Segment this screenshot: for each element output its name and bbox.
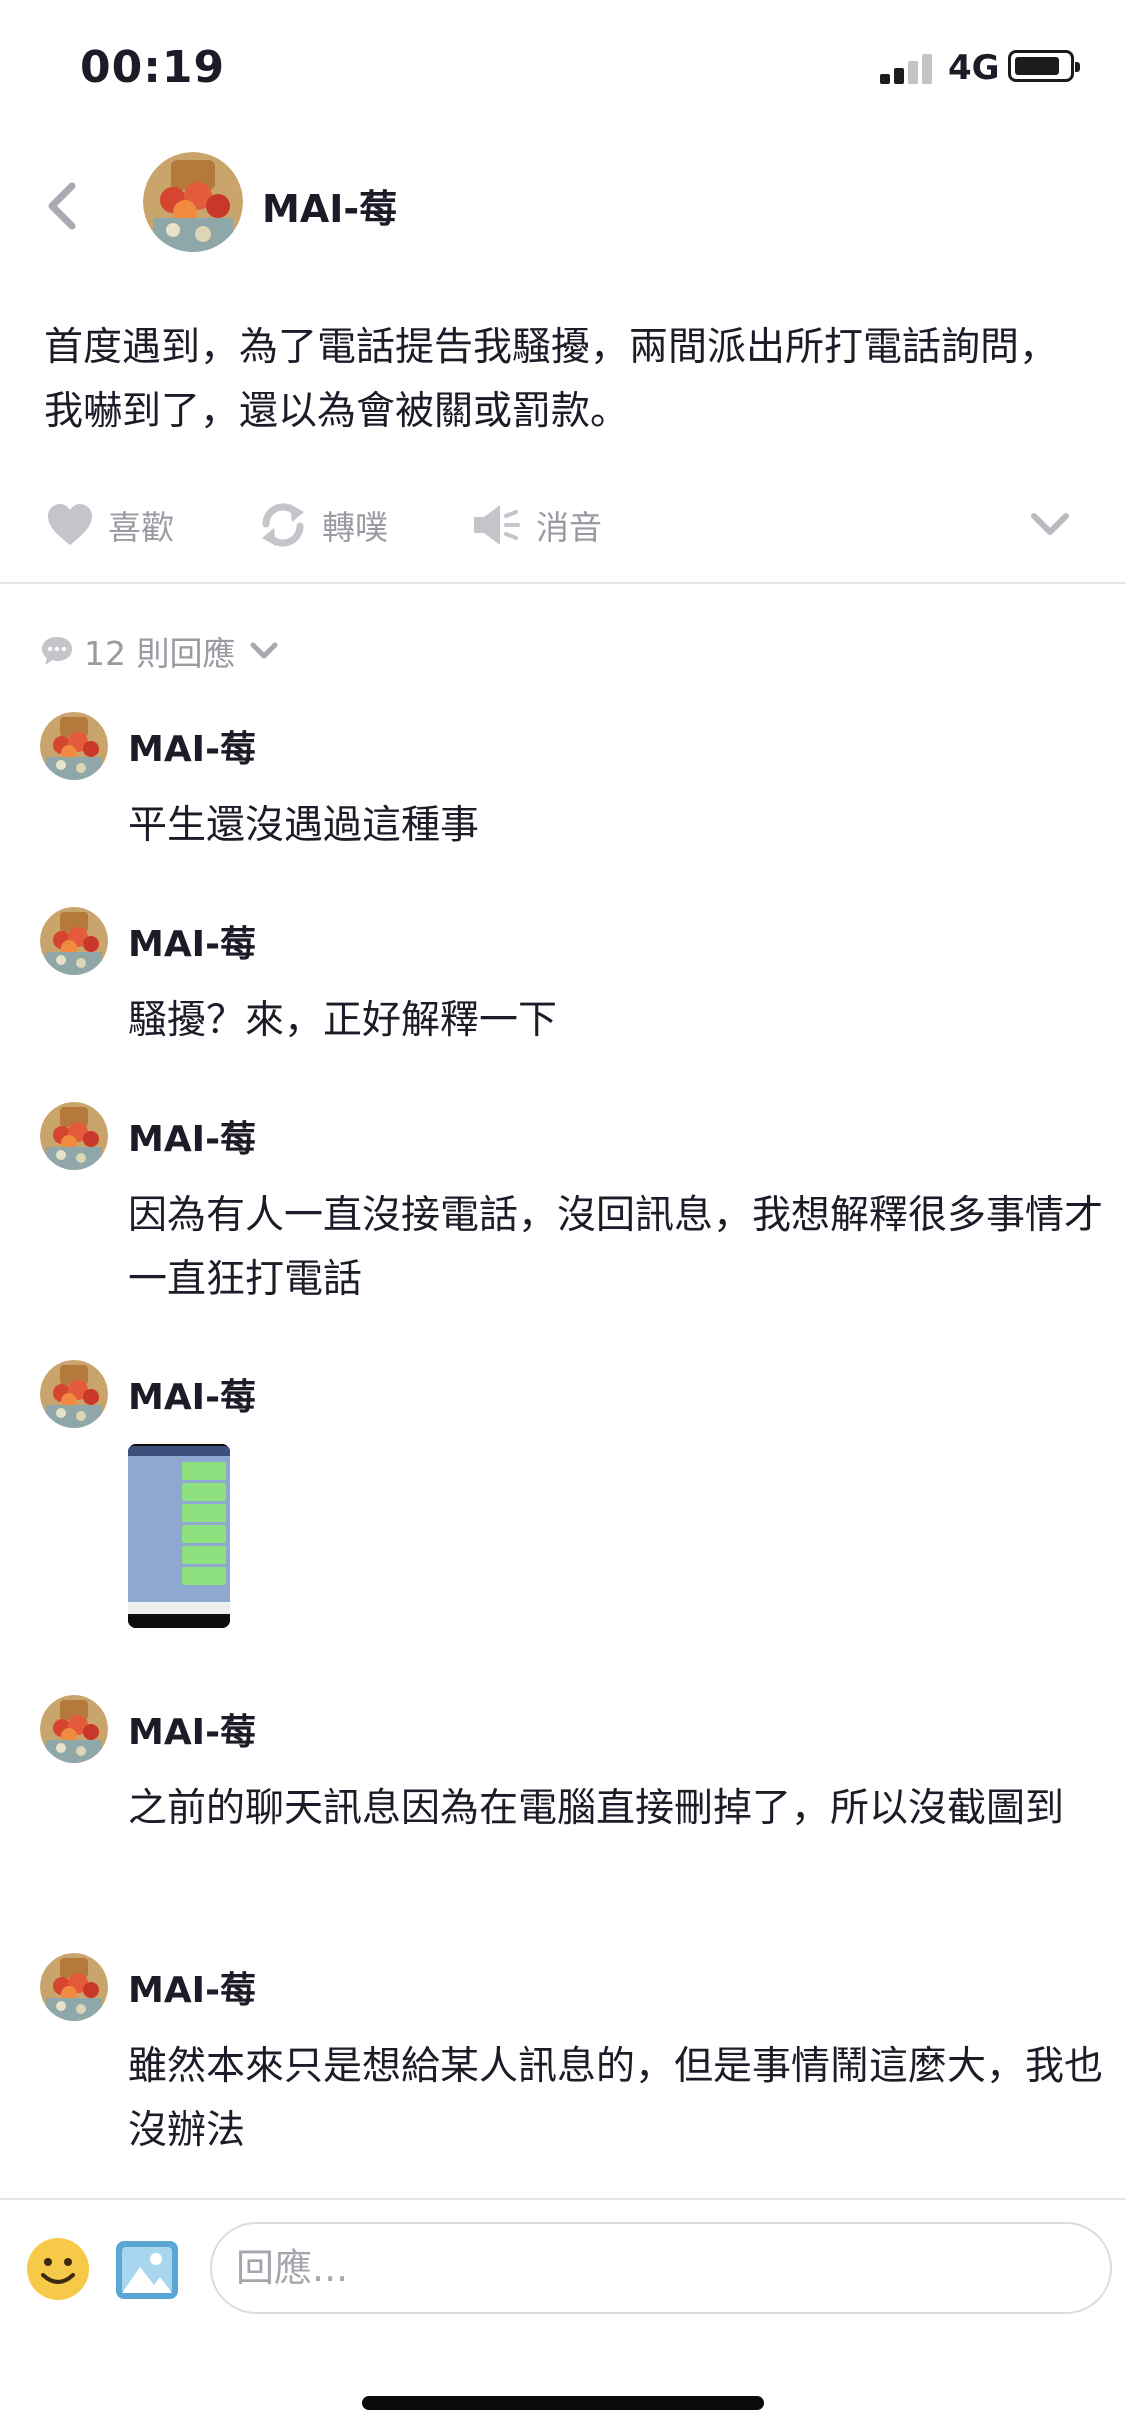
smiley-icon: [27, 2238, 89, 2300]
author-avatar[interactable]: [143, 152, 243, 252]
post-header: MAI-莓: [0, 140, 1125, 270]
commenter-name[interactable]: MAI-莓: [128, 1703, 256, 1755]
post-actions: 喜歡 轉噗 消音: [0, 490, 1125, 560]
attached-screenshot[interactable]: [128, 1444, 230, 1628]
comment-text: 騷擾？來，正好解釋一下: [128, 998, 558, 1043]
mute-label: 消音: [536, 508, 602, 547]
speech-bubble-icon: [42, 637, 72, 665]
commenter-name[interactable]: MAI-莓: [128, 1368, 256, 1420]
commenter-avatar[interactable]: [40, 712, 108, 780]
like-button[interactable]: 喜歡: [46, 500, 174, 550]
back-button[interactable]: [40, 170, 86, 240]
like-label: 喜歡: [108, 508, 174, 547]
commenter-avatar[interactable]: [40, 1695, 108, 1763]
comment-text: 平生還沒遇過這種事: [128, 803, 480, 848]
commenter-avatar[interactable]: [40, 1360, 108, 1428]
status-bar: 00:19 4G: [0, 0, 1125, 135]
battery-icon: [1008, 50, 1080, 82]
commenter-name[interactable]: MAI-莓: [128, 720, 256, 772]
commenter-avatar[interactable]: [40, 1102, 108, 1170]
commenter-avatar[interactable]: [40, 907, 108, 975]
post-content: 首度遇到，為了電話提告我騷擾，兩間派出所打電話詢問，我嚇到了，還以為會被關或罰款…: [44, 325, 1059, 434]
commenter-name[interactable]: MAI-莓: [128, 1961, 256, 2013]
commenter-avatar[interactable]: [40, 1953, 108, 2021]
comment-text: 之前的聊天訊息因為在電腦直接刪掉了，所以沒截圖到: [128, 1786, 1065, 1831]
repost-label: 轉噗: [322, 508, 388, 547]
comment-text: 雖然本來只是想給某人訊息的，但是事情鬧這麼大，我也沒辦法: [128, 2044, 1104, 2153]
reply-input[interactable]: [210, 2222, 1112, 2314]
more-options-button[interactable]: [1030, 510, 1070, 542]
repost-icon: [262, 503, 304, 547]
commenter-name[interactable]: MAI-莓: [128, 1110, 256, 1162]
divider: [0, 582, 1125, 584]
commenter-name[interactable]: MAI-莓: [128, 915, 256, 967]
divider: [0, 2198, 1125, 2200]
speaker-mute-icon: [474, 505, 520, 545]
mute-button[interactable]: 消音: [472, 500, 602, 550]
chevron-down-icon: [250, 642, 278, 659]
chevron-left-icon: [48, 182, 76, 230]
image-icon: [116, 2241, 178, 2299]
chevron-down-icon: [1031, 513, 1069, 535]
emoji-button[interactable]: [26, 2237, 90, 2301]
replies-count-label: 12 則回應: [84, 634, 236, 673]
replies-toggle[interactable]: 12 則回應: [40, 628, 279, 674]
signal-icon: [880, 52, 936, 84]
status-time: 00:19: [80, 42, 226, 93]
image-button[interactable]: [114, 2239, 180, 2301]
network-label: 4G: [948, 48, 1000, 88]
author-name[interactable]: MAI-莓: [262, 178, 397, 233]
home-indicator: [362, 2396, 764, 2410]
repost-button[interactable]: 轉噗: [258, 500, 388, 550]
heart-icon: [48, 504, 92, 545]
comment-text: 因為有人一直沒接電話，沒回訊息，我想解釋很多事情才一直狂打電話: [128, 1193, 1104, 1302]
